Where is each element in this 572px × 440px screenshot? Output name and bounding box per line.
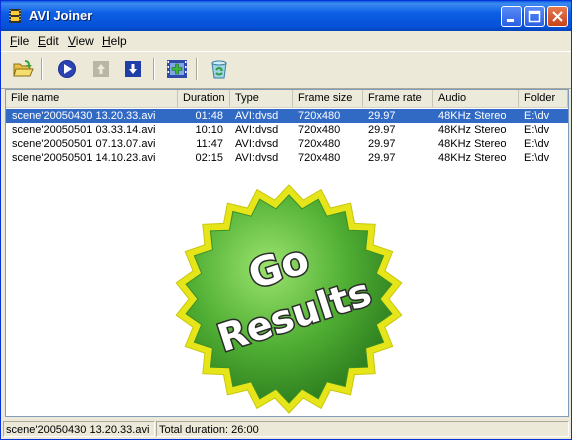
status-total-duration: Total duration: 26:00 <box>156 421 569 437</box>
film-app-icon <box>9 9 21 23</box>
go-results-badge[interactable]: Go Results <box>173 183 405 415</box>
maximize-button[interactable] <box>524 6 545 27</box>
list-header: File name Duration Type Frame size Frame… <box>6 90 568 108</box>
play-icon <box>58 60 76 78</box>
cell-frame-rate: 29.97 <box>368 110 396 122</box>
cell-frame-size: 720x480 <box>298 138 341 150</box>
move-up-icon <box>93 61 109 77</box>
maximize-icon <box>528 10 541 23</box>
cell-file-name: scene'20050501 03.33.14.avi <box>12 124 156 136</box>
close-button[interactable] <box>547 6 568 27</box>
table-row[interactable]: scene'20050501 03.33.14.avi 10:10 AVI:dv… <box>6 123 568 137</box>
table-row[interactable]: scene'20050501 14.10.23.avi 02:15 AVI:dv… <box>6 151 568 165</box>
cell-folder: E:\dv <box>524 138 550 150</box>
close-icon <box>552 11 563 22</box>
toolbar-separator <box>41 58 43 80</box>
recycle-bin-icon <box>211 60 227 79</box>
cell-duration: 02:15 <box>195 152 223 164</box>
column-header-duration[interactable]: Duration <box>178 90 230 107</box>
cell-frame-size: 720x480 <box>298 124 341 136</box>
title-bar[interactable]: AVI Joiner <box>1 1 571 31</box>
cell-duration: 11:47 <box>196 138 223 150</box>
status-current-file: scene'20050430 13.20.33.avi <box>3 421 155 437</box>
cell-audio: 48KHz Stereo <box>438 124 507 136</box>
cell-folder: E:\dv <box>524 110 550 122</box>
move-down-button[interactable] <box>120 56 146 82</box>
cell-duration: 10:10 <box>195 124 223 136</box>
app-window: AVI Joiner File Edit View Help File name… <box>0 0 572 440</box>
status-bar: scene'20050430 13.20.33.avi Total durati… <box>1 419 571 439</box>
table-row[interactable]: scene'20050501 07.13.07.avi 11:47 AVI:dv… <box>6 137 568 151</box>
column-header-type[interactable]: Type <box>230 90 293 107</box>
table-row[interactable]: scene'20050430 13.20.33.avi 01:48 AVI:dv… <box>6 109 568 123</box>
column-header-audio[interactable]: Audio <box>433 90 519 107</box>
menu-edit[interactable]: Edit <box>38 34 59 48</box>
cell-frame-size: 720x480 <box>298 152 341 164</box>
cell-file-name: scene'20050501 07.13.07.avi <box>12 138 156 150</box>
cell-file-name: scene'20050501 14.10.23.avi <box>12 152 156 164</box>
remove-button[interactable] <box>206 56 232 82</box>
menu-view[interactable]: View <box>68 34 94 48</box>
cell-frame-rate: 29.97 <box>368 138 396 150</box>
cell-folder: E:\dv <box>524 152 550 164</box>
column-header-folder[interactable]: Folder <box>519 90 568 107</box>
column-header-file-name[interactable]: File name <box>6 90 178 107</box>
move-down-icon <box>125 61 141 77</box>
minimize-icon <box>507 19 514 22</box>
cell-file-name: scene'20050430 13.20.33.avi <box>12 110 156 122</box>
cell-duration: 01:48 <box>195 110 223 122</box>
toolbar <box>1 51 571 89</box>
cell-type: AVI:dvsd <box>235 152 279 164</box>
cell-folder: E:\dv <box>524 124 550 136</box>
cell-type: AVI:dvsd <box>235 110 279 122</box>
cell-type: AVI:dvsd <box>235 124 279 136</box>
window-title: AVI Joiner <box>29 8 93 23</box>
column-header-frame-rate[interactable]: Frame rate <box>363 90 433 107</box>
cell-frame-rate: 29.97 <box>368 124 396 136</box>
menu-file[interactable]: File <box>10 34 29 48</box>
cell-audio: 48KHz Stereo <box>438 152 507 164</box>
cell-frame-rate: 29.97 <box>368 152 396 164</box>
open-folder-icon <box>13 60 34 77</box>
cell-audio: 48KHz Stereo <box>438 138 507 150</box>
cell-type: AVI:dvsd <box>235 138 279 150</box>
play-button[interactable] <box>54 56 80 82</box>
add-film-icon <box>167 60 187 78</box>
cell-frame-size: 720x480 <box>298 110 341 122</box>
move-up-button[interactable] <box>88 56 114 82</box>
toolbar-separator <box>196 58 198 80</box>
add-file-button[interactable] <box>164 56 190 82</box>
minimize-button[interactable] <box>501 6 522 27</box>
open-button[interactable] <box>10 56 36 82</box>
cell-audio: 48KHz Stereo <box>438 110 507 122</box>
menu-bar: File Edit View Help <box>1 31 571 50</box>
column-header-frame-size[interactable]: Frame size <box>293 90 363 107</box>
toolbar-separator <box>153 58 155 80</box>
menu-help[interactable]: Help <box>102 34 127 48</box>
